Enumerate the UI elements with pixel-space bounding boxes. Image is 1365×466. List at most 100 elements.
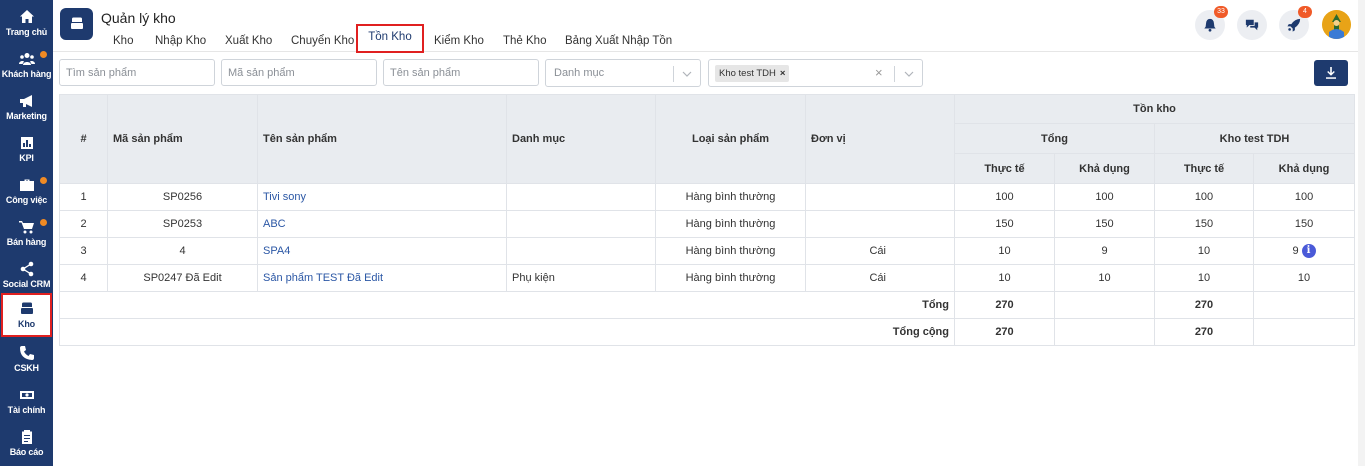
sidebar-item-customers[interactable]: Khách hàng <box>0 44 53 86</box>
sidebar-item-finance[interactable]: Tài chính <box>0 380 53 422</box>
sidebar-item-social-crm[interactable]: Social CRM <box>0 254 53 296</box>
module-menu-button[interactable] <box>60 8 93 40</box>
sidebar-item-tasks[interactable]: Công việc <box>0 170 53 212</box>
warehouse-icon <box>70 17 83 29</box>
select-divider <box>894 66 895 82</box>
sidebar-item-home[interactable]: Trang chủ <box>0 2 53 44</box>
sidebar-item-label: Bán hàng <box>6 237 47 247</box>
table-row: 4 SP0247 Đã Edit Sản phẩm TEST Đã Edit P… <box>59 264 1356 292</box>
cell-wh-actual: 10 <box>1154 264 1254 292</box>
tab-warehouse[interactable]: Kho <box>113 28 133 52</box>
cart-icon <box>18 219 36 235</box>
tab-goods-issue[interactable]: Xuất Kho <box>225 28 272 52</box>
notification-dot <box>40 177 47 184</box>
cell-unit: Cái <box>805 237 955 265</box>
cell-type: Hàng bình thường <box>655 264 806 292</box>
col-header-wh-available: Khả dụng <box>1252 153 1356 184</box>
chat-button[interactable] <box>1237 10 1267 40</box>
cell-wh-available: 100 <box>1252 183 1356 211</box>
product-link[interactable]: Tivi sony <box>257 183 507 211</box>
category-select-placeholder: Danh mục <box>554 67 605 79</box>
sidebar: Trang chủ Khách hàng Marketing KPI Công … <box>0 0 53 466</box>
notification-count-badge: 33 <box>1214 6 1228 18</box>
cell-total-available: 9 <box>1054 237 1155 265</box>
col-header-total-available: Khả dụng <box>1054 153 1155 184</box>
warehouse-select[interactable]: Kho test TDH × × <box>708 59 923 87</box>
cell-unit <box>805 183 955 211</box>
warehouse-icon <box>18 301 36 317</box>
product-name-input[interactable] <box>383 59 539 86</box>
product-link[interactable]: Sản phẩm TEST Đã Edit <box>257 264 507 292</box>
header: Quản lý kho Kho Nhập Kho Xuất Kho Chuyển… <box>53 0 1365 53</box>
col-header-name: Tên sản phẩm <box>257 94 507 184</box>
tab-stocktake[interactable]: Kiểm Kho <box>434 28 484 52</box>
sidebar-item-label: CSKH <box>14 363 39 373</box>
cell-code: SP0253 <box>107 210 258 238</box>
share-icon <box>18 261 36 277</box>
col-header-code: Mã sản phẩm <box>107 94 258 184</box>
col-header-wh-actual: Thực tế <box>1154 153 1254 184</box>
chat-icon <box>1245 19 1259 31</box>
cell-total-actual: 10 <box>954 264 1055 292</box>
tab-goods-receipt[interactable]: Nhập Kho <box>155 28 206 52</box>
briefcase-icon <box>18 177 36 193</box>
product-link[interactable]: SPA4 <box>257 237 507 265</box>
product-code-input[interactable] <box>221 59 377 86</box>
cell-unit: Cái <box>805 264 955 292</box>
notification-dot <box>40 51 47 58</box>
chevron-down-icon[interactable] <box>904 69 914 77</box>
bell-icon <box>1204 18 1216 32</box>
table-row: 2 SP0253 ABC Hàng bình thường 150 150 15… <box>59 210 1356 238</box>
col-header-stock: Tồn kho <box>953 94 1356 124</box>
sidebar-item-label: KPI <box>19 153 34 163</box>
sidebar-item-customer-care[interactable]: CSKH <box>0 338 53 380</box>
select-divider <box>673 66 674 82</box>
product-link[interactable]: ABC <box>257 210 507 238</box>
category-select[interactable]: Danh mục <box>545 59 701 87</box>
cell-total-available: 150 <box>1054 210 1155 238</box>
cell-code: SP0256 <box>107 183 258 211</box>
summary-row-subtotal: Tổng 270 270 <box>59 291 1356 319</box>
cell-type: Hàng bình thường <box>655 237 806 265</box>
sidebar-item-label: Trang chủ <box>5 27 48 37</box>
table-row: 1 SP0256 Tivi sony Hàng bình thường 100 … <box>59 183 1356 211</box>
sidebar-item-label: Công việc <box>5 195 48 205</box>
info-icon[interactable]: i <box>1301 244 1316 258</box>
warehouse-chip-label: Kho test TDH <box>719 68 776 79</box>
page-title: Quản lý kho <box>101 10 176 26</box>
scrollbar[interactable] <box>1358 0 1365 466</box>
cell-type: Hàng bình thường <box>655 183 806 211</box>
tab-transfer[interactable]: Chuyển Kho <box>291 28 354 52</box>
chevron-down-icon[interactable] <box>682 69 692 77</box>
summary-wh-actual: 270 <box>1154 318 1254 346</box>
sidebar-item-kpi[interactable]: KPI <box>0 128 53 170</box>
col-header-total-actual: Thực tế <box>954 153 1055 184</box>
summary-label: Tổng cộng <box>59 318 955 346</box>
tab-stock-card[interactable]: Thẻ Kho <box>503 28 546 52</box>
cell-wh-available: 10 <box>1252 264 1356 292</box>
clear-icon[interactable]: × <box>875 65 883 80</box>
sidebar-item-reports[interactable]: Báo cáo <box>0 422 53 464</box>
search-product-input[interactable] <box>59 59 215 86</box>
cell-category <box>506 183 656 211</box>
sidebar-item-marketing[interactable]: Marketing <box>0 86 53 128</box>
money-icon <box>18 387 36 403</box>
cell-wh-available: 150 <box>1252 210 1356 238</box>
remove-chip-icon[interactable]: × <box>780 68 786 79</box>
notifications-button[interactable]: 33 <box>1195 6 1228 40</box>
sidebar-item-sales[interactable]: Bán hàng <box>0 212 53 254</box>
tab-stock-report[interactable]: Bảng Xuất Nhập Tồn <box>565 28 672 52</box>
col-header-category: Danh mục <box>506 94 656 184</box>
summary-wh-actual: 270 <box>1154 291 1254 319</box>
users-icon <box>18 51 36 67</box>
warehouse-chip: Kho test TDH × <box>715 65 790 82</box>
cell-category: Phụ kiện <box>506 264 656 292</box>
report-icon <box>18 429 36 445</box>
avatar[interactable] <box>1322 10 1351 39</box>
cell-total-actual: 150 <box>954 210 1055 238</box>
sidebar-item-warehouse[interactable]: Kho <box>1 293 52 337</box>
tab-inventory[interactable]: Tồn Kho <box>356 24 424 53</box>
megaphone-icon <box>18 93 36 109</box>
download-button[interactable] <box>1314 60 1348 86</box>
rocket-button[interactable]: 4 <box>1279 6 1312 40</box>
